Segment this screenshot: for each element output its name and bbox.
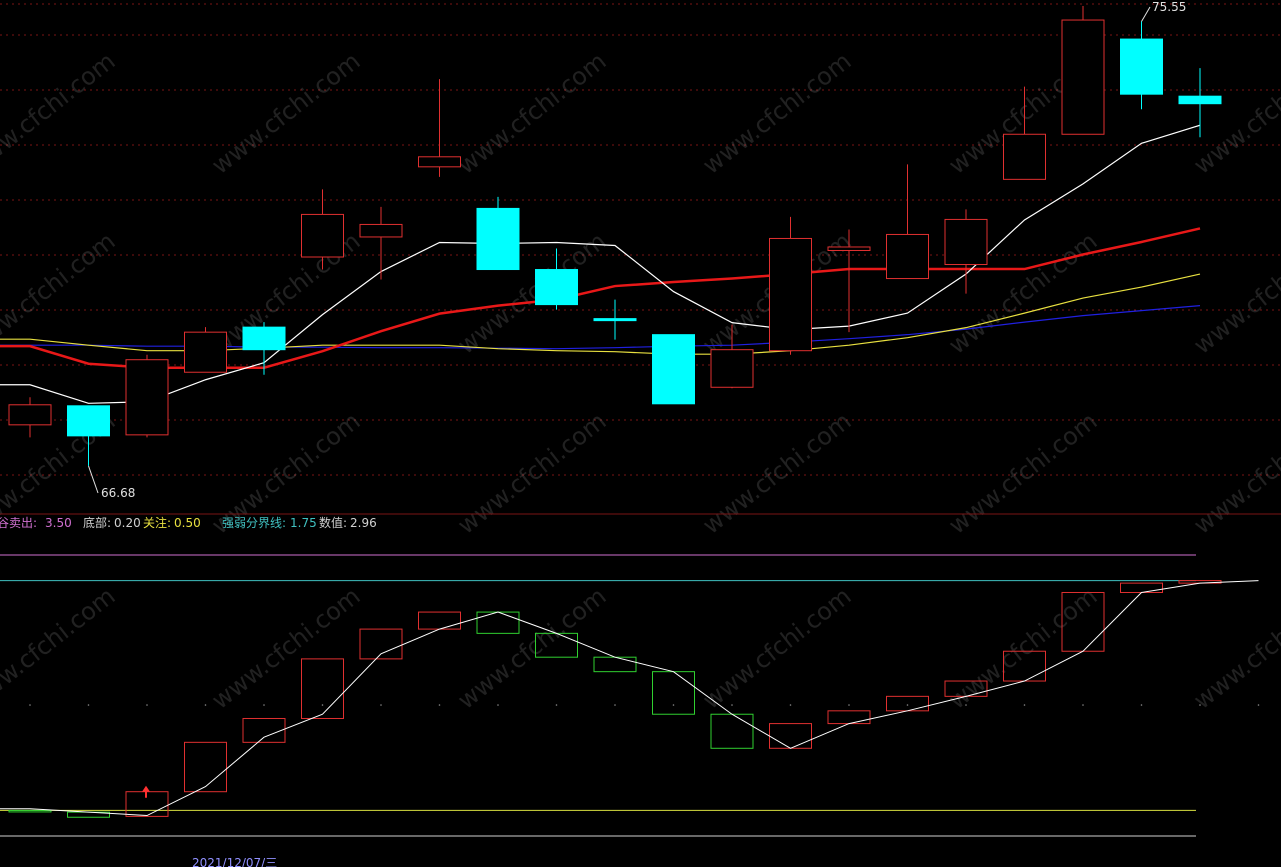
- candle-body-up: [827, 246, 871, 251]
- watermark-text: www.cfchi.com: [697, 582, 856, 715]
- grid-dot: [321, 704, 324, 706]
- indicator-box: [886, 695, 929, 712]
- indicator-box: [827, 710, 871, 725]
- grid-dot: [731, 704, 733, 706]
- indicator-box: [301, 658, 344, 719]
- candle-body-up: [418, 156, 461, 168]
- watermark-text: www.cfchi.com: [1188, 47, 1281, 180]
- indicator-box: [418, 611, 461, 630]
- indicator-box: [184, 741, 227, 793]
- legend-attention-value: 0.50: [174, 516, 201, 530]
- buy-signal-arrow: [142, 785, 150, 798]
- indicator-box: [652, 671, 695, 715]
- grid-dot: [1140, 704, 1143, 706]
- watermark-text: www.cfchi.com: [943, 582, 1102, 715]
- indicator-box: [8, 809, 52, 813]
- candle-body-up: [886, 233, 929, 280]
- candle-body-up: [301, 213, 344, 258]
- watermark-text: www.cfchi.com: [1188, 407, 1281, 540]
- low-annotation: 66.68: [101, 486, 135, 500]
- legend-bottom-label: 底部:: [83, 515, 111, 530]
- watermark-text: www.cfchi.com: [697, 47, 856, 180]
- candle-body-up: [125, 359, 169, 436]
- low-pointer: [88, 465, 99, 494]
- high-pointer: [1141, 6, 1151, 22]
- grid-dot: [263, 704, 265, 706]
- grid-dot: [906, 704, 909, 706]
- candle-body-down: [535, 269, 578, 306]
- candle-body-up: [8, 404, 52, 426]
- watermark-text: www.cfchi.com: [0, 227, 120, 360]
- watermark-text: www.cfchi.com: [206, 47, 365, 180]
- legend-sell-label: 谷卖出:: [0, 516, 37, 530]
- stock-chart: www.cfchi.com www.cfchi.com www.cfchi.com w…: [0, 0, 1281, 867]
- watermark-text: www.cfchi.com: [452, 582, 611, 715]
- candle-body-up: [710, 349, 754, 388]
- candle-body-down: [593, 318, 637, 322]
- candle-body-down: [1178, 95, 1222, 105]
- legend-sell-value: 3.50: [45, 516, 72, 530]
- candle-body-up: [944, 218, 988, 266]
- watermark-text: www.cfchi.com: [0, 582, 120, 715]
- grid-dot: [555, 704, 558, 706]
- candle-body-down: [242, 326, 286, 351]
- indicator-legend: 谷卖出: 3.50 底部: 0.20 关注: 0.50 强弱分界线: 1.75 …: [0, 515, 377, 530]
- grid-dot: [438, 704, 441, 706]
- watermark-text: www.cfchi.com: [0, 47, 120, 180]
- grid-dot: [789, 704, 792, 706]
- watermark-text: www.cfchi.com: [452, 47, 611, 180]
- indicator-box: [242, 717, 286, 743]
- grid-dot: [146, 704, 148, 706]
- candle-body-down: [1120, 38, 1163, 95]
- indicator-box: [476, 611, 520, 634]
- grid-dot: [87, 704, 90, 706]
- grid-dot: [380, 704, 382, 706]
- indicator-box: [1120, 582, 1163, 593]
- legend-divide-value: 1.75: [290, 516, 317, 530]
- candle-body-up: [1003, 133, 1046, 180]
- watermark-text: www.cfchi.com: [697, 407, 856, 540]
- candle-body-up: [184, 331, 227, 373]
- indicator-box: [710, 713, 754, 749]
- watermark-text: www.cfchi.com: [943, 407, 1102, 540]
- watermark-text: www.cfchi.com: [452, 407, 611, 540]
- legend-bottom-value: 0.20: [114, 516, 141, 530]
- grid-dot: [1082, 704, 1084, 706]
- candle-body-up: [769, 237, 812, 352]
- watermark-text: www.cfchi.com: [1188, 582, 1281, 715]
- indicator-box: [593, 656, 637, 673]
- watermark-layer: www.cfchi.com www.cfchi.com www.cfchi.com w…: [0, 47, 1281, 715]
- candle-body-down: [652, 334, 695, 405]
- high-annotation: 75.55: [1152, 0, 1186, 14]
- grid-dot: [1257, 704, 1260, 706]
- grid-dot: [1023, 704, 1026, 706]
- grid-dot: [204, 704, 207, 706]
- candle-body-down: [67, 405, 110, 437]
- candle-body-up: [1061, 19, 1105, 135]
- legend-attention-label: 关注:: [143, 515, 171, 530]
- indicator-box: [769, 723, 812, 749]
- grid-dot: [672, 704, 675, 706]
- grid-dot: [29, 704, 31, 706]
- bottom-date-label: 2021/12/07/三: [192, 856, 277, 867]
- grid-dot: [497, 704, 499, 706]
- legend-number-label: 数值:: [319, 515, 347, 530]
- grid-dot: [614, 704, 616, 706]
- candle-body-down: [476, 207, 520, 271]
- legend-number-value: 2.96: [350, 516, 377, 530]
- watermark-text: www.cfchi.com: [1188, 227, 1281, 360]
- candle-body-up: [359, 223, 403, 238]
- grid-dot: [848, 704, 850, 706]
- legend-divide-label: 强弱分界线:: [222, 516, 286, 530]
